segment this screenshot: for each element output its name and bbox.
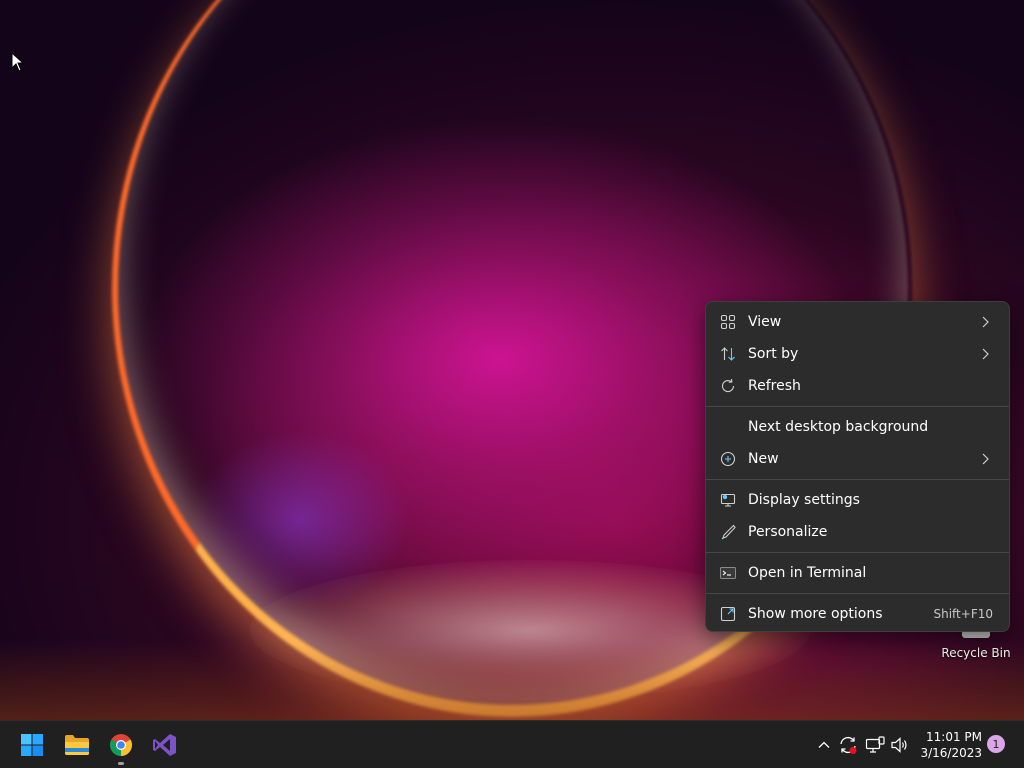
sync-alert-icon — [840, 736, 857, 754]
menu-separator — [706, 593, 1009, 594]
display-icon — [720, 493, 736, 507]
sort-icon — [721, 347, 735, 361]
refresh-icon — [721, 378, 735, 393]
start-button[interactable] — [16, 729, 48, 761]
brush-icon — [721, 524, 736, 540]
folder-icon — [65, 735, 89, 755]
menu-item-label: Open in Terminal — [748, 565, 867, 581]
menu-separator — [706, 406, 1009, 407]
keyboard-shortcut: Shift+F10 — [933, 607, 993, 621]
sync-status-button[interactable] — [838, 735, 858, 755]
menu-item-view[interactable]: View — [710, 306, 1005, 338]
network-icon — [865, 736, 885, 753]
menu-item-sort-by[interactable]: Sort by — [710, 338, 1005, 370]
menu-item-label: New — [748, 451, 779, 467]
chrome-icon — [110, 734, 132, 756]
speaker-icon — [891, 737, 907, 753]
show-hidden-icons-button[interactable] — [814, 735, 834, 755]
recycle-bin-label: Recycle Bin — [941, 646, 1011, 660]
menu-item-label: View — [748, 314, 782, 330]
menu-item-open-in-terminal[interactable]: Open in Terminal — [710, 557, 1005, 589]
menu-item-label: Sort by — [748, 346, 799, 362]
expand-icon — [720, 606, 736, 622]
file-explorer-button[interactable] — [61, 729, 93, 761]
notification-badge[interactable]: 1 — [987, 735, 1005, 753]
menu-item-next-desktop-background[interactable]: Next desktop background — [710, 411, 1005, 443]
menu-item-display-settings[interactable]: Display settings — [710, 484, 1005, 516]
menu-item-personalize[interactable]: Personalize — [710, 516, 1005, 548]
desktop-context-menu: View Sort by Refresh Next desktop backgr… — [705, 301, 1010, 632]
chrome-button[interactable] — [105, 729, 137, 765]
visual-studio-button[interactable] — [149, 729, 181, 761]
network-button[interactable] — [865, 735, 885, 755]
menu-separator — [706, 479, 1009, 480]
chevron-right-icon — [982, 348, 989, 360]
menu-item-label: Display settings — [748, 492, 860, 508]
chevron-right-icon — [982, 453, 989, 465]
chevron-up-icon — [818, 741, 830, 748]
wallpaper-purple-glow — [190, 430, 410, 610]
menu-item-refresh[interactable]: Refresh — [710, 370, 1005, 402]
wallpaper-bottom-glow — [0, 640, 1024, 720]
chevron-right-icon — [982, 316, 989, 328]
running-indicator — [118, 762, 124, 765]
clock-date: 3/16/2023 — [920, 746, 982, 760]
volume-button[interactable] — [890, 735, 910, 755]
taskbar-clock[interactable]: 11:01 PM 3/16/2023 — [918, 729, 982, 761]
desktop[interactable]: Recycle Bin View Sort by Refresh Next de… — [0, 0, 1024, 720]
taskbar: 11:01 PM 3/16/2023 1 — [0, 720, 1024, 768]
mouse-pointer-icon — [11, 52, 25, 72]
menu-item-label: Personalize — [748, 524, 828, 540]
visual-studio-icon — [153, 734, 176, 756]
menu-separator — [706, 552, 1009, 553]
plus-circle-icon — [720, 451, 736, 467]
menu-item-show-more-options[interactable]: Show more options Shift+F10 — [710, 598, 1005, 630]
menu-item-label: Refresh — [748, 378, 801, 394]
menu-item-label: Next desktop background — [748, 419, 929, 435]
menu-item-new[interactable]: New — [710, 443, 1005, 475]
clock-time: 11:01 PM — [926, 730, 982, 744]
grid-icon — [720, 314, 736, 330]
terminal-icon — [720, 567, 736, 579]
menu-item-label: Show more options — [748, 606, 883, 622]
windows-logo-icon — [21, 734, 43, 756]
